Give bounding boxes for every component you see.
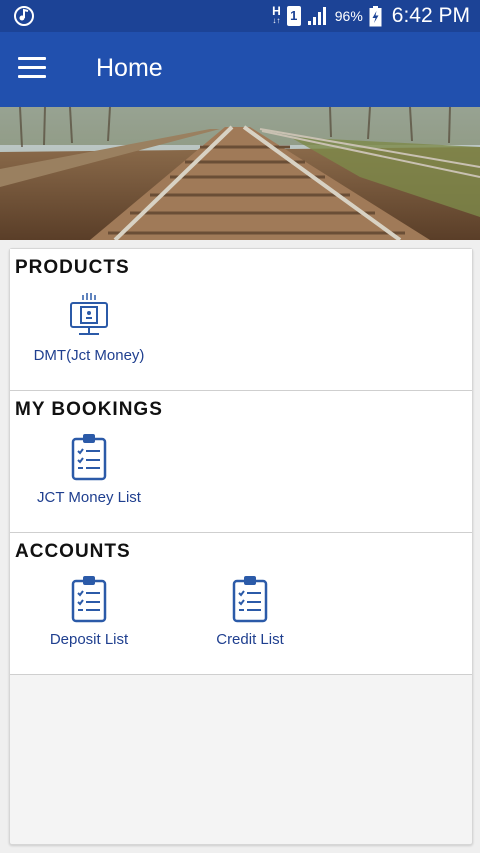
deposit-list-tile[interactable]: Deposit List bbox=[14, 571, 164, 651]
music-notification-icon bbox=[14, 6, 34, 26]
signal-strength-icon bbox=[307, 7, 326, 25]
app-bar: Home bbox=[0, 32, 480, 107]
clock: 6:42 PM bbox=[391, 4, 470, 27]
credit-list-label: Credit List bbox=[216, 631, 284, 648]
battery-percent: 96% bbox=[334, 8, 363, 24]
status-bar: H ↓↑ 1 96% 6:42 PM bbox=[0, 0, 480, 32]
deposit-list-label: Deposit List bbox=[49, 631, 129, 648]
accounts-section: ACCOUNTS Deposit List Credit List bbox=[10, 533, 472, 675]
network-type-indicator: H ↓↑ bbox=[272, 4, 281, 25]
hamburger-menu-icon[interactable] bbox=[18, 57, 46, 81]
dmt-jct-money-tile[interactable]: DMT(Jct Money) bbox=[14, 287, 164, 367]
products-section-title: PRODUCTS bbox=[15, 257, 130, 278]
clipboard-list-icon bbox=[71, 576, 107, 623]
clipboard-list-icon bbox=[71, 434, 107, 481]
home-menu-card: PRODUCTS DMT(Jct Money) MY BOOKINGS JCT … bbox=[9, 248, 473, 845]
credit-list-tile[interactable]: Credit List bbox=[175, 571, 325, 651]
my-bookings-section-title: MY BOOKINGS bbox=[15, 399, 163, 420]
jct-money-list-tile[interactable]: JCT Money List bbox=[14, 429, 164, 509]
page-title: Home bbox=[96, 54, 163, 82]
money-transfer-icon bbox=[70, 293, 108, 335]
clipboard-list-icon bbox=[232, 576, 268, 623]
dmt-jct-money-label: DMT(Jct Money) bbox=[33, 347, 145, 364]
battery-charging-icon bbox=[369, 5, 382, 26]
my-bookings-section: MY BOOKINGS JCT Money List bbox=[10, 391, 472, 533]
accounts-section-title: ACCOUNTS bbox=[15, 541, 131, 562]
sim-slot-icon: 1 bbox=[286, 6, 301, 26]
banner-image bbox=[0, 107, 480, 240]
jct-money-list-label: JCT Money List bbox=[37, 489, 141, 506]
products-section: PRODUCTS DMT(Jct Money) bbox=[10, 249, 472, 391]
